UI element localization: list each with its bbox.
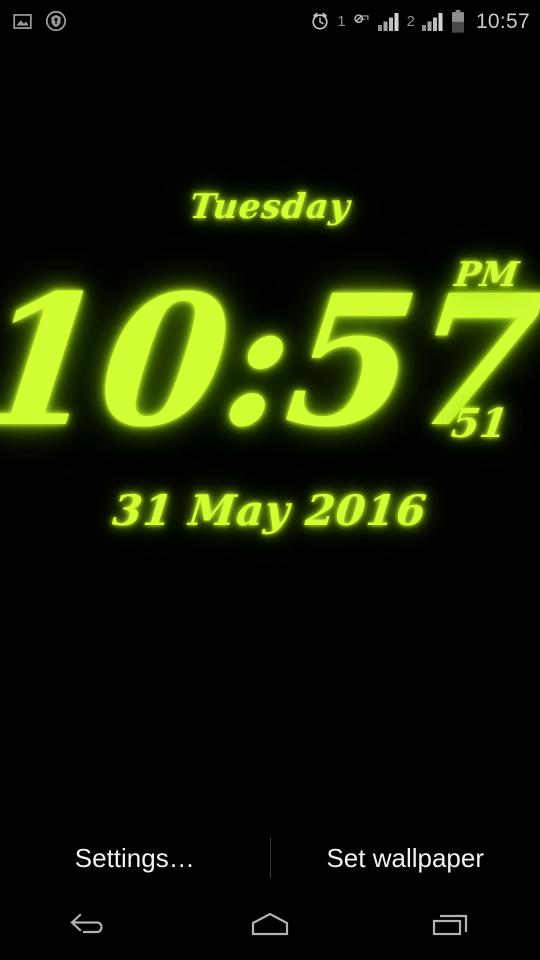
neon-clock-widget[interactable]: Tuesday 10:57 PM 51 31 May 2016 [0, 187, 540, 535]
silent-mode-icon [352, 12, 371, 31]
status-bar-right-icons: 1 2 10:57 [309, 9, 530, 33]
settings-button-label: Settings… [74, 843, 195, 873]
signal-bars-icon [421, 11, 445, 32]
screenshot-image-icon [12, 11, 33, 32]
home-icon[interactable] [210, 890, 330, 960]
set-wallpaper-button-label: Set wallpaper [326, 843, 485, 873]
signal-bars-icon [377, 11, 401, 32]
status-bar: 1 2 10:57 [0, 0, 540, 42]
wallpaper-action-bar: Settings… Set wallpaper [0, 826, 540, 890]
set-wallpaper-button[interactable]: Set wallpaper [271, 845, 540, 871]
alarm-clock-icon [309, 10, 331, 32]
lockscreen-wallpaper-preview: 1 2 10:57 Tuesday 10:57 PM 51 31 May 201… [0, 0, 540, 960]
status-bar-clock: 10:57 [475, 9, 530, 33]
vpn-key-shield-icon [45, 10, 67, 32]
recents-icon[interactable] [390, 890, 510, 960]
clock-weekday: Tuesday [187, 187, 353, 227]
clock-seconds: 51 [448, 400, 512, 447]
navigation-bar [0, 890, 540, 960]
battery-half-icon [451, 9, 465, 33]
settings-button[interactable]: Settings… [0, 845, 270, 871]
sim2-label: 2 [406, 12, 415, 30]
status-bar-left-icons [12, 10, 67, 32]
clock-ampm: PM [452, 255, 522, 295]
back-icon[interactable] [30, 890, 150, 960]
clock-date: 31 May 2016 [110, 486, 430, 535]
clock-time-row: 10:57 PM 51 [0, 252, 540, 472]
alarm-sim-label: 1 [337, 12, 346, 30]
